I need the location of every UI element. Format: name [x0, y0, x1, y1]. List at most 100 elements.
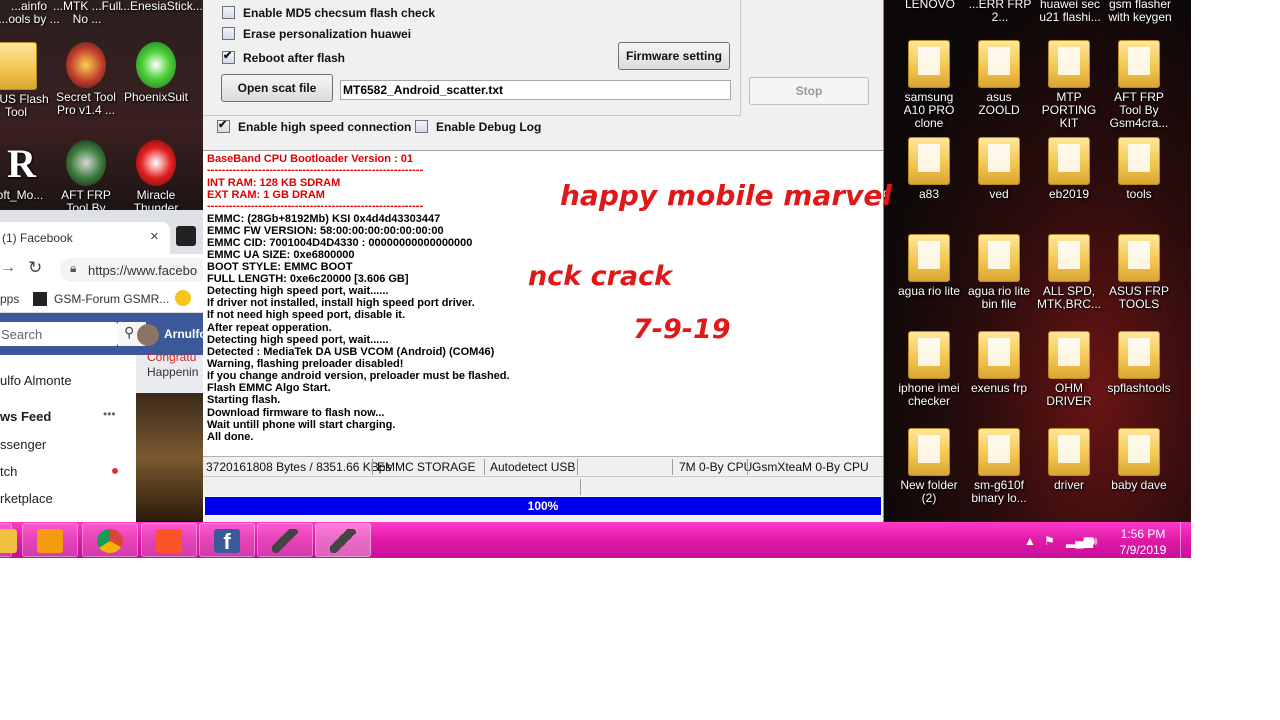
flash-tool-icon: [330, 529, 356, 553]
volume-icon[interactable]: 🔊︎: [1090, 534, 1098, 549]
taskbar-flash-tool-button[interactable]: [257, 523, 313, 557]
close-tab-icon[interactable]: ×: [150, 228, 159, 245]
folder-icon: [908, 331, 950, 379]
clock-time[interactable]: 1:56 PM: [1118, 527, 1168, 541]
firmware-setting-button[interactable]: Firmware setting: [618, 42, 730, 70]
sidebar-item-profile[interactable]: ulfo Almonte: [0, 373, 72, 388]
progress-label: 100%: [527, 499, 559, 513]
log-line: INT RAM: 128 KB SDRAM: [207, 177, 341, 189]
desktop-folder-icon[interactable]: samsung A10 PRO clone: [895, 40, 963, 130]
desktop-top-label[interactable]: huawei sec u21 flashi...: [1035, 0, 1105, 24]
desktop-icon-phoenixsuit[interactable]: PhoenixSuit: [122, 42, 190, 104]
desktop-folder-label: ALL SPD, MTK,BRC...: [1036, 284, 1101, 311]
desktop-folder-icon[interactable]: baby dave: [1105, 428, 1173, 492]
md5-check-option[interactable]: Enable MD5 checsum flash check: [222, 6, 435, 20]
forward-icon[interactable]: →: [0, 259, 16, 277]
scatter-file-field[interactable]: MT6582_Android_scatter.txt: [340, 80, 731, 100]
desktop-folder-icon[interactable]: sm-g610f binary lo...: [965, 428, 1033, 505]
show-hidden-icons[interactable]: ▲: [1024, 534, 1036, 548]
desktop-folder-icon[interactable]: OHM DRIVER: [1035, 331, 1103, 408]
address-bar[interactable]: 🔒︎ https://www.facebo: [60, 258, 203, 282]
desktop-folder-icon[interactable]: ASUS FRP TOOLS: [1105, 234, 1173, 311]
taskbar-brave-button[interactable]: [141, 523, 197, 557]
feed-photo[interactable]: [136, 393, 203, 522]
md5-checkbox[interactable]: [222, 6, 235, 19]
avatar[interactable]: [137, 324, 159, 346]
taskbar-media-button[interactable]: [22, 523, 78, 557]
taskbar-chrome-button[interactable]: [82, 523, 138, 557]
sidebar-item-marketplace[interactable]: rketplace: [0, 491, 53, 506]
desktop-top-label[interactable]: gsm flasher with keygen: [1105, 0, 1175, 24]
sidebar-item-watch[interactable]: tch: [0, 464, 17, 479]
desktop-folder-icon[interactable]: iphone imei checker: [895, 331, 963, 408]
folder-icon: [1118, 137, 1160, 185]
desktop-folder-icon[interactable]: spflashtools: [1105, 331, 1173, 395]
clock-date[interactable]: 7/9/2019: [1118, 543, 1168, 557]
folder-icon: [1118, 331, 1160, 379]
erase-huawei-checkbox[interactable]: [222, 27, 235, 40]
taskbar-flash-tool-active-button[interactable]: [315, 523, 371, 557]
action-center-icon[interactable]: ⚑: [1044, 534, 1055, 548]
desktop-folder-icon[interactable]: exenus frp: [965, 331, 1033, 395]
tool-options-panel: Enable MD5 checsum flash check Erase per…: [203, 0, 883, 150]
desktop-folder-icon[interactable]: asus ZOOLD: [965, 40, 1033, 117]
desktop-top-label[interactable]: ...EnesiaStick...: [120, 0, 203, 13]
desktop-folder-icon[interactable]: a83: [895, 137, 963, 201]
desktop-folder-icon[interactable]: ved: [965, 137, 1033, 201]
network-icon[interactable]: ▂▄▆: [1066, 534, 1093, 548]
reload-icon[interactable]: ↻: [28, 258, 42, 278]
bookmark-gsm-forum[interactable]: GSM-Forum GSMR...: [54, 292, 169, 306]
open-scat-file-button[interactable]: Open scat file: [221, 74, 333, 102]
miracle-icon: [136, 140, 176, 186]
debug-log-checkbox[interactable]: [415, 120, 428, 133]
desktop-folder-label: ved: [989, 187, 1009, 201]
desktop-folder-icon[interactable]: tools: [1105, 137, 1173, 201]
log-line: If not need high speed port, disable it.: [207, 309, 406, 321]
reboot-checkbox[interactable]: [222, 49, 235, 64]
desktop-icon-miracle[interactable]: Miracle Thunder: [122, 140, 190, 215]
log-line: After repeat opperation.: [207, 322, 332, 334]
emoji-icon[interactable]: [175, 290, 191, 306]
facebook-feed: Congratu Happenin: [136, 350, 203, 522]
desktop-folder-icon[interactable]: agua rio lite bin file: [965, 234, 1033, 311]
status-divider: [747, 459, 748, 475]
desktop-folder-label: sm-g610f binary lo...: [971, 478, 1027, 505]
desktop-folder-label: iphone imei checker: [898, 381, 960, 408]
desktop-icon-label: Soft_Mo...: [0, 188, 44, 202]
desktop-icon-soft-mo[interactable]: R Soft_Mo...: [0, 140, 50, 202]
reboot-after-flash-option[interactable]: Reboot after flash: [222, 49, 345, 65]
high-speed-option[interactable]: Enable high speed connection: [217, 118, 411, 134]
desktop-icon-asus-flash[interactable]: ASUS Flash Tool: [0, 42, 50, 119]
taskbar-explorer-button[interactable]: [0, 523, 17, 557]
browser-tab-facebook[interactable]: (1) Facebook ×: [0, 222, 170, 254]
debug-log-option[interactable]: Enable Debug Log: [415, 120, 541, 134]
notification-dot: [112, 468, 118, 474]
desktop-top-label[interactable]: ...MTK ...Full No ...: [52, 0, 122, 26]
desktop-top-label[interactable]: ...ERR FRP 2...: [965, 0, 1035, 24]
profile-name[interactable]: Arnulfo: [164, 327, 203, 341]
log-output[interactable]: BaseBand CPU Bootloader Version : 01 ---…: [203, 150, 892, 457]
desktop-folder-icon[interactable]: MTP PORTING KIT: [1035, 40, 1103, 130]
sidebar-item-messenger[interactable]: ssenger: [0, 437, 46, 452]
browser-tab-extension-icon[interactable]: [176, 226, 196, 246]
desktop-folder-icon[interactable]: AFT FRP Tool By Gsm4cra...: [1105, 40, 1173, 130]
r-logo-icon: R: [7, 141, 36, 186]
more-icon[interactable]: •••: [103, 407, 116, 421]
desktop-icon-secret-tool[interactable]: Secret Tool Pro v1.4 ...: [52, 42, 120, 117]
high-speed-checkbox[interactable]: [217, 118, 230, 133]
erase-huawei-option[interactable]: Erase personalization huawei: [222, 27, 411, 41]
desktop-folder-icon[interactable]: eb2019: [1035, 137, 1103, 201]
status-cpu-2: GsmXteaM 0-By CPU: [752, 460, 869, 474]
sidebar-item-news-feed[interactable]: ws Feed: [0, 409, 51, 424]
desktop-folder-icon[interactable]: agua rio lite: [895, 234, 963, 298]
taskbar-facebook-button[interactable]: f: [199, 523, 255, 557]
show-desktop-button[interactable]: [1180, 522, 1191, 558]
desktop-folder-icon[interactable]: driver: [1035, 428, 1103, 492]
desktop-top-label[interactable]: LENOVO: [895, 0, 965, 11]
desktop-folder-icon[interactable]: ALL SPD, MTK,BRC...: [1035, 234, 1103, 311]
facebook-search-input[interactable]: Search: [0, 322, 118, 346]
desktop-folder-icon[interactable]: New folder (2): [895, 428, 963, 505]
bookmark-apps[interactable]: pps: [0, 292, 19, 306]
folder-icon: [908, 40, 950, 88]
stop-button[interactable]: Stop: [749, 77, 869, 105]
